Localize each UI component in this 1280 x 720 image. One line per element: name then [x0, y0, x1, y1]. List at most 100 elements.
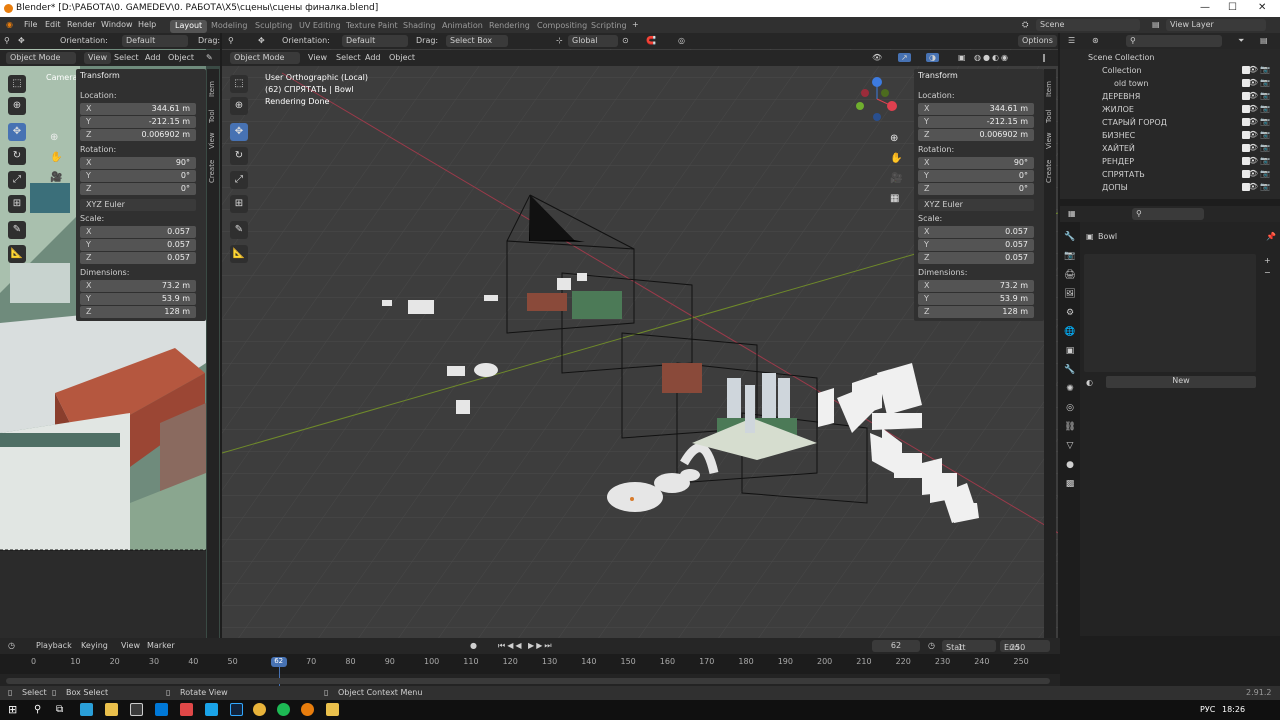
main-drag-dropdown[interactable]: Select Box [446, 35, 508, 47]
left-view-menu[interactable]: View [84, 52, 111, 64]
outliner-row[interactable]: БИЗНЕС 👁📷 [1060, 129, 1280, 142]
select-tool-icon[interactable]: ⬚ [230, 75, 248, 93]
outliner-search-icon[interactable]: ⚲ [1126, 35, 1222, 47]
menu-help[interactable]: Help [138, 20, 156, 29]
proportional-edit-icon[interactable]: ◎ [678, 36, 685, 45]
tab-animation[interactable]: Animation [437, 20, 488, 33]
left-measure-tool-icon[interactable]: 📐 [8, 245, 26, 263]
toggle-sidebar-icon[interactable]: ‖ [1042, 53, 1046, 62]
world-tab-icon[interactable]: 🌐 [1060, 323, 1080, 342]
left-scl-x-field[interactable]: X 0.057 [80, 226, 196, 238]
left-rotate-tool-icon[interactable]: ↻ [8, 147, 26, 165]
transform-tool-icon[interactable]: ⊞ [230, 195, 248, 213]
main-mode-dropdown[interactable]: Object Mode [230, 52, 300, 64]
tab-view[interactable]: View [1045, 132, 1053, 149]
xray-icon[interactable]: ▣ [958, 53, 966, 62]
outliner-scene-collection[interactable]: Scene Collection [1060, 51, 1280, 64]
tab-rendering[interactable]: Rendering [484, 20, 535, 33]
main-tool-settings-icon[interactable]: ⚲ [228, 36, 234, 45]
left-loc-y-field[interactable]: Y -212.15 m [80, 116, 196, 128]
left-transform-tool-icon[interactable]: ⊞ [8, 195, 26, 213]
blender-menu-icon[interactable]: ◉ [6, 20, 13, 29]
left-pin-icon[interactable]: ✎ [206, 53, 213, 62]
left-camera-icon[interactable]: 🎥 [50, 168, 62, 188]
app-icon[interactable] [130, 703, 143, 716]
left-euler-dropdown[interactable]: XYZ Euler [80, 199, 196, 211]
dim-y-field[interactable]: Y 53.9 m [918, 293, 1034, 305]
rot-y-field[interactable]: Y 0° [918, 170, 1034, 182]
keying-menu[interactable]: Keying [81, 641, 108, 650]
playhead[interactable]: 62 [270, 657, 287, 667]
start-frame-field[interactable]: Start 1 [942, 640, 996, 652]
material-slot-list[interactable] [1084, 254, 1256, 372]
left-viewport[interactable]: ⚲ ✥ Orientation: Default Drag: Object Mo… [0, 33, 220, 638]
timeline-scrollbar[interactable] [6, 678, 1050, 684]
tab-shading[interactable]: Shading [398, 20, 441, 33]
left-tab-tool[interactable]: Tool [208, 109, 216, 123]
options-dropdown[interactable]: Options [1018, 35, 1057, 47]
maximize-button[interactable]: ☐ [1228, 2, 1237, 13]
app-icon-blue[interactable] [155, 703, 168, 716]
loc-z-field[interactable]: Z 0.006902 m [918, 129, 1034, 141]
timeline-ruler[interactable]: 0 10 20 30 40 50 62 70 80 90 100 110 120 130 140 150 160… [0, 654, 1060, 674]
left-move-tool-icon[interactable]: ✥ [8, 123, 26, 141]
main-object-menu[interactable]: Object [389, 53, 415, 62]
physics-tab-icon[interactable]: ◎ [1060, 399, 1080, 418]
left-annotate-tool-icon[interactable]: ✎ [8, 221, 26, 239]
tool-settings-icon[interactable]: ⚲ [4, 36, 10, 45]
task-view-icon[interactable]: ⧉ [56, 704, 63, 715]
windows-start-icon[interactable]: ⊞ [8, 703, 17, 716]
tab-layout[interactable]: Layout [170, 20, 208, 33]
tab-scripting[interactable]: Scripting [586, 20, 632, 33]
menu-render[interactable]: Render [67, 20, 95, 29]
dim-x-field[interactable]: X 73.2 m [918, 280, 1034, 292]
pan-icon[interactable]: ✋ [890, 149, 902, 169]
left-pan-icon[interactable]: ✋ [50, 148, 62, 168]
timeline-editor-icon[interactable]: ◷ [8, 641, 15, 650]
photoshop-icon[interactable] [230, 703, 243, 716]
left-loc-z-field[interactable]: Z 0.006902 m [80, 129, 196, 141]
particles-tab-icon[interactable]: ✺ [1060, 380, 1080, 399]
left-dim-z-field[interactable]: Z 128 m [80, 306, 196, 318]
data-tab-icon[interactable]: ▽ [1060, 437, 1080, 456]
rotate-tool-icon[interactable]: ↻ [230, 147, 248, 165]
scl-x-field[interactable]: X 0.057 [918, 226, 1034, 238]
outliner-display-icon[interactable]: ⊛ [1092, 36, 1099, 45]
left-select-tool-icon[interactable]: ⬚ [8, 75, 26, 93]
clock[interactable]: 18:26 [1222, 705, 1245, 714]
left-orientation-dropdown[interactable]: Default [122, 35, 188, 47]
add-workspace-button[interactable]: + [632, 20, 639, 29]
app-icon-red[interactable] [180, 703, 193, 716]
left-tab-view[interactable]: View [208, 132, 216, 149]
scene-tab-icon[interactable]: ⚙ [1060, 304, 1080, 323]
playback-menu[interactable]: Playback [36, 641, 72, 650]
tab-compositing[interactable]: Compositing [532, 20, 592, 33]
cursor-tool-icon[interactable]: ⊕ [230, 97, 248, 115]
new-material-button[interactable]: New [1106, 376, 1256, 388]
snap-icon[interactable]: 🧲 [646, 36, 656, 45]
rot-z-field[interactable]: Z 0° [918, 183, 1034, 195]
left-zoom-icon[interactable]: ⊕ [50, 128, 62, 148]
move-tool-icon[interactable]: ✥ [230, 123, 248, 141]
camera-view-icon[interactable]: 🎥 [890, 169, 902, 189]
shading-modes-icon[interactable]: ◍●◐◉ [974, 53, 1010, 62]
left-dim-y-field[interactable]: Y 53.9 m [80, 293, 196, 305]
left-add-menu[interactable]: Add [145, 53, 161, 62]
scl-y-field[interactable]: Y 0.057 [918, 239, 1034, 251]
folder-icon[interactable] [326, 703, 339, 716]
axis-navigation-gizmo[interactable] [852, 77, 902, 127]
outliner-row[interactable]: РЕНДЕР 👁📷 [1060, 155, 1280, 168]
remove-slot-button[interactable]: − [1264, 268, 1271, 277]
left-select-menu[interactable]: Select [114, 53, 139, 62]
app-icon-cyan[interactable] [205, 703, 218, 716]
outliner-row[interactable]: ХАЙТЕЙ 👁📷 [1060, 142, 1280, 155]
annotate-tool-icon[interactable]: ✎ [230, 221, 248, 239]
main-select-menu[interactable]: Select [336, 53, 361, 62]
left-dim-x-field[interactable]: X 73.2 m [80, 280, 196, 292]
outliner-row[interactable]: ЖИЛОЕ 👁📷 [1060, 103, 1280, 116]
view-layer-tab-icon[interactable]: 🖼 [1060, 285, 1080, 304]
left-mode-dropdown[interactable]: Object Mode [6, 52, 76, 64]
outliner-row[interactable]: СТАРЫЙ ГОРОД 👁📷 [1060, 116, 1280, 129]
main-move-tool-icon[interactable]: ✥ [258, 36, 265, 45]
record-icon[interactable]: ● [470, 641, 477, 650]
